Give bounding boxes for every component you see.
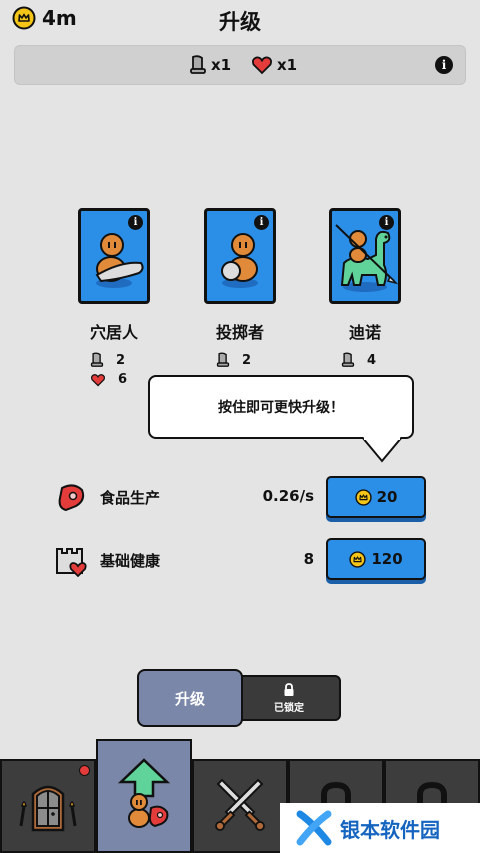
unit-damage-thrower: 2 [216,352,251,368]
fist-icon [90,352,104,367]
health-multiplier: x1 [251,55,297,75]
upgrade-label-health: 基础健康 [100,552,161,570]
crown-coin-icon [349,550,366,568]
tab-locked[interactable]: 已锁定 [237,675,341,721]
unit-damage-caveman: 2 [90,352,125,368]
unit-damage-dino: 4 [341,352,376,368]
unit-damage-value: 4 [367,352,377,368]
watermark-logo-icon [296,810,332,846]
unit-card-caveman[interactable]: i [78,208,150,304]
thrower-icon [221,233,258,288]
lock-icon [284,682,294,696]
global-stat-bar: x1 x1 i [14,45,466,85]
page-title: 升级 [219,10,261,34]
crown-coin-icon [354,488,372,506]
unit-health-caveman: 6 [90,372,127,387]
fist-icon [216,352,230,367]
unit-damage-value: 2 [116,352,126,368]
unit-card-thrower[interactable]: i [204,208,276,304]
upgrade-cost: 120 [371,550,403,568]
unit-health-value: 6 [118,372,128,387]
damage-multiplier-value: x1 [211,56,232,74]
upgrade-health-button[interactable]: 120 [326,538,426,580]
top-bar: 4m 升级 [0,0,480,38]
upgrade-arrow-icon [117,758,171,828]
tab-switch: 升级 已锁定 [137,669,341,727]
fist-icon [341,352,355,367]
tab-upgrade-label: 升级 [174,689,205,708]
dino-rider-icon [335,224,398,292]
unit-name-caveman: 穴居人 [89,323,138,342]
unit-card-dino[interactable]: i [329,208,401,304]
nav-tab-upgrade[interactable] [96,739,192,853]
crossed-swords-icon [215,778,265,831]
caveman-icon [95,233,144,288]
hold-tooltip: 按住即可更快升级！ [148,375,414,439]
damage-multiplier: x1 [189,55,231,75]
nav-tab-battle[interactable] [192,759,288,853]
tab-upgrade[interactable]: 升级 [137,669,243,727]
tooltip-text: 按住即可更快升级！ [218,400,344,416]
health-multiplier-value: x1 [277,56,298,74]
unit-name-dino: 迪诺 [348,323,381,342]
notification-dot [79,765,90,776]
castle-heart-icon [56,548,87,577]
upgrade-value-health: 8 [303,550,314,568]
door-torches-icon [19,785,77,832]
watermark-text: 银本软件园 [340,817,440,842]
unit-name-thrower: 投掷者 [215,323,264,342]
fist-icon [190,55,206,74]
meat-icon [58,484,85,512]
upgrade-label-food: 食品生产 [100,489,161,507]
watermark: 银本软件园 [280,803,480,853]
tab-locked-label: 已锁定 [274,702,304,714]
heart-icon [252,56,272,75]
tooltip-tail [361,437,403,463]
upgrade-value-food: 0.26/s [262,487,314,505]
unit-damage-value: 2 [242,352,252,368]
upgrade-cost: 20 [376,488,398,506]
statbar-info-button[interactable]: i [435,56,453,74]
heart-icon [91,373,105,386]
upgrade-food-button[interactable]: 20 [326,476,426,518]
nav-tab-base[interactable] [0,759,96,853]
